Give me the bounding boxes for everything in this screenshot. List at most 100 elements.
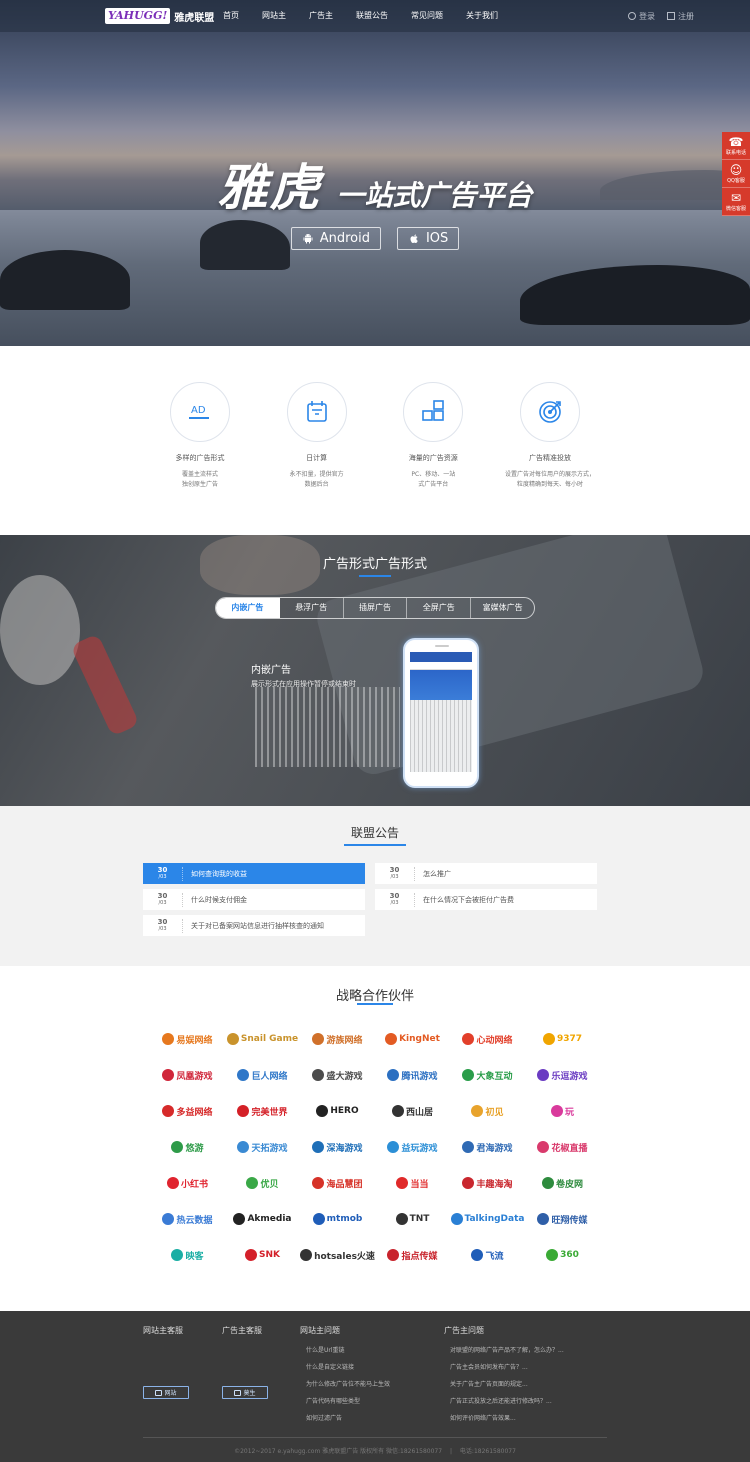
footer-link[interactable]: 为什么修改广告位不能马上生效 (306, 1379, 390, 1388)
partner-logo-icon (537, 1141, 550, 1153)
partner-logo[interactable]: 大象互动 (450, 1057, 525, 1093)
partner-logo[interactable]: 旺翔传媒 (525, 1201, 600, 1237)
partner-logo[interactable]: hotsales火速 (300, 1237, 375, 1273)
notice-item[interactable]: 30/03 关于对已备案网站信息进行抽样核查的通知 (143, 915, 365, 936)
partner-logo[interactable]: KingNet (375, 1021, 450, 1057)
login-link[interactable]: 登录 (628, 11, 655, 22)
partner-logo[interactable]: 9377 (525, 1021, 600, 1057)
edit-icon (667, 11, 675, 20)
tab-embedded[interactable]: 内嵌广告 (216, 598, 280, 618)
nav-item-about[interactable]: 关于我们 (458, 0, 506, 32)
tab-floating[interactable]: 悬浮广告 (280, 598, 344, 618)
partner-logo-name: 丰趣海淘 (476, 1179, 513, 1190)
partner-logo[interactable]: 玩 (525, 1093, 600, 1129)
notice-item[interactable]: 30/03 怎么推广 (375, 863, 597, 884)
partner-logo[interactable]: 天拓游戏 (225, 1129, 300, 1165)
partner-logo-icon (387, 1141, 400, 1153)
partner-logo[interactable]: 君海游戏 (450, 1129, 525, 1165)
partner-logo[interactable]: TalkingData (450, 1201, 525, 1237)
partner-logo[interactable]: 巨人网络 (225, 1057, 300, 1093)
nav-item-advertiser[interactable]: 广告主 (301, 0, 341, 32)
footer-link[interactable]: 对联盟的网络广告产品不了解，怎么办？... (450, 1345, 564, 1354)
nav-item-webmaster[interactable]: 网站主 (254, 0, 294, 32)
partner-logo[interactable]: 热云数据 (150, 1201, 225, 1237)
footer-link[interactable]: 广告主会员如何发布广告？... (450, 1362, 528, 1371)
partner-logo-name: 热云数据 (176, 1215, 213, 1226)
partner-logo[interactable]: 乐逗游戏 (525, 1057, 600, 1093)
feature-desc-line: 粒度精确到每天、每小时 (516, 481, 583, 488)
android-download-button[interactable]: Android (290, 227, 381, 250)
partner-logo-name: 360 (560, 1250, 579, 1260)
partner-logo[interactable]: 腾讯游戏 (375, 1057, 450, 1093)
footer-link[interactable]: 广告代码有哪些类型 (306, 1396, 360, 1405)
partner-logo[interactable]: 凤凰游戏 (150, 1057, 225, 1093)
footer-link[interactable]: 什么是Url重链 (306, 1345, 345, 1354)
tab-rich-media[interactable]: 富媒体广告 (471, 598, 534, 618)
partner-logo-name: 完美世界 (251, 1107, 288, 1118)
partner-logo[interactable]: 海品慧团 (300, 1165, 375, 1201)
partner-logo[interactable]: 初见 (450, 1093, 525, 1129)
partner-logo[interactable]: Snail Game (225, 1021, 300, 1057)
footer-link[interactable]: 如何过滤广告 (306, 1413, 342, 1422)
side-qq-button[interactable]: ☺ QQ客服 (722, 160, 750, 188)
partner-logo[interactable]: 完美世界 (225, 1093, 300, 1129)
partner-logo[interactable]: HERO (300, 1093, 375, 1129)
partner-logo[interactable]: SNK (225, 1237, 300, 1273)
notice-day: 30 (157, 865, 168, 874)
partner-logo[interactable]: 指点传媒 (375, 1237, 450, 1273)
partner-logo-icon (471, 1249, 484, 1261)
partner-logo[interactable]: TNT (375, 1201, 450, 1237)
partner-logo[interactable]: 丰趣海淘 (450, 1165, 525, 1201)
partner-logo[interactable]: 360 (525, 1237, 600, 1273)
partner-logo[interactable]: 游族网络 (300, 1021, 375, 1057)
feature-list: AD 多样的广告形式 覆盖主流样式 独创原生广告 日计算 永不扣量，提供官方 数据后… (145, 382, 605, 490)
footer-link[interactable]: 什么是自定义链接 (306, 1362, 354, 1371)
notice-item[interactable]: 30/03 什么时候支付佣金 (143, 889, 365, 910)
partner-logo[interactable]: Akmedia (225, 1201, 300, 1237)
partner-logo[interactable]: 当当 (375, 1165, 450, 1201)
partner-logo[interactable]: 优贝 (225, 1165, 300, 1201)
partner-logo[interactable]: 花椒直播 (525, 1129, 600, 1165)
partners-section: 战略合作伙伴 易娱网络 Snail Game 游族网络 KingNet 心动网络 9377… (0, 966, 750, 1311)
nav-item-faq[interactable]: 常见问题 (403, 0, 451, 32)
partner-logo[interactable]: 西山居 (375, 1093, 450, 1129)
heading-underline (357, 1003, 393, 1005)
notice-month: /03 (390, 899, 399, 906)
partner-logo-name: hotsales火速 (314, 1251, 375, 1262)
register-link[interactable]: 注册 (667, 11, 694, 22)
hero-bg-rock (0, 250, 130, 310)
partner-logo[interactable]: 多益网络 (150, 1093, 225, 1129)
partner-logo[interactable]: 悠游 (150, 1129, 225, 1165)
ios-download-button[interactable]: IOS (396, 227, 460, 250)
heading-underline (359, 575, 391, 577)
partner-logo[interactable]: 益玩游戏 (375, 1129, 450, 1165)
side-phone-button[interactable]: ☎ 联系电话 (722, 132, 750, 160)
footer-qq-button-advertiser[interactable]: 莫生 (222, 1386, 268, 1399)
footer-qq-button-webmaster[interactable]: 网站 (143, 1386, 189, 1399)
tab-fullscreen[interactable]: 全屏广告 (407, 598, 472, 618)
partner-logo[interactable]: 易娱网络 (150, 1021, 225, 1057)
footer-link[interactable]: 如何评价网络广告效果... (450, 1413, 516, 1422)
partner-logo[interactable]: 映客 (150, 1237, 225, 1273)
partner-logo[interactable]: 盛大游戏 (300, 1057, 375, 1093)
side-wechat-button[interactable]: ✉ 微信客服 (722, 188, 750, 216)
nav-item-home[interactable]: 首页 (215, 0, 247, 32)
partner-logo[interactable]: 心动网络 (450, 1021, 525, 1057)
partner-logo-name: 腾讯游戏 (401, 1071, 438, 1082)
logo[interactable]: YAHUGG! 雅虎联盟 (105, 7, 214, 25)
svg-text:AD: AD (191, 405, 206, 416)
phone-screen-content (410, 700, 472, 772)
tab-interstitial[interactable]: 插屏广告 (344, 598, 408, 618)
nav-item-notice[interactable]: 联盟公告 (348, 0, 396, 32)
partner-logo[interactable]: 深海游戏 (300, 1129, 375, 1165)
partner-logo[interactable]: 卷皮网 (525, 1165, 600, 1201)
partner-logo-icon (226, 1033, 239, 1045)
partner-logo[interactable]: 小红书 (150, 1165, 225, 1201)
notice-item[interactable]: 30/03 在什么情况下会被拒付广告费 (375, 889, 597, 910)
partner-logo[interactable]: 飞流 (450, 1237, 525, 1273)
footer-link[interactable]: 广告正式投放之后还能进行修改吗？... (450, 1396, 552, 1405)
partner-logo[interactable]: mtmob (300, 1201, 375, 1237)
notice-item[interactable]: 30/03 如何查询我的收益 (143, 863, 365, 884)
partner-logo-name: 旺翔传媒 (551, 1215, 588, 1226)
footer-link[interactable]: 关于广告主广告页面的规定... (450, 1379, 528, 1388)
